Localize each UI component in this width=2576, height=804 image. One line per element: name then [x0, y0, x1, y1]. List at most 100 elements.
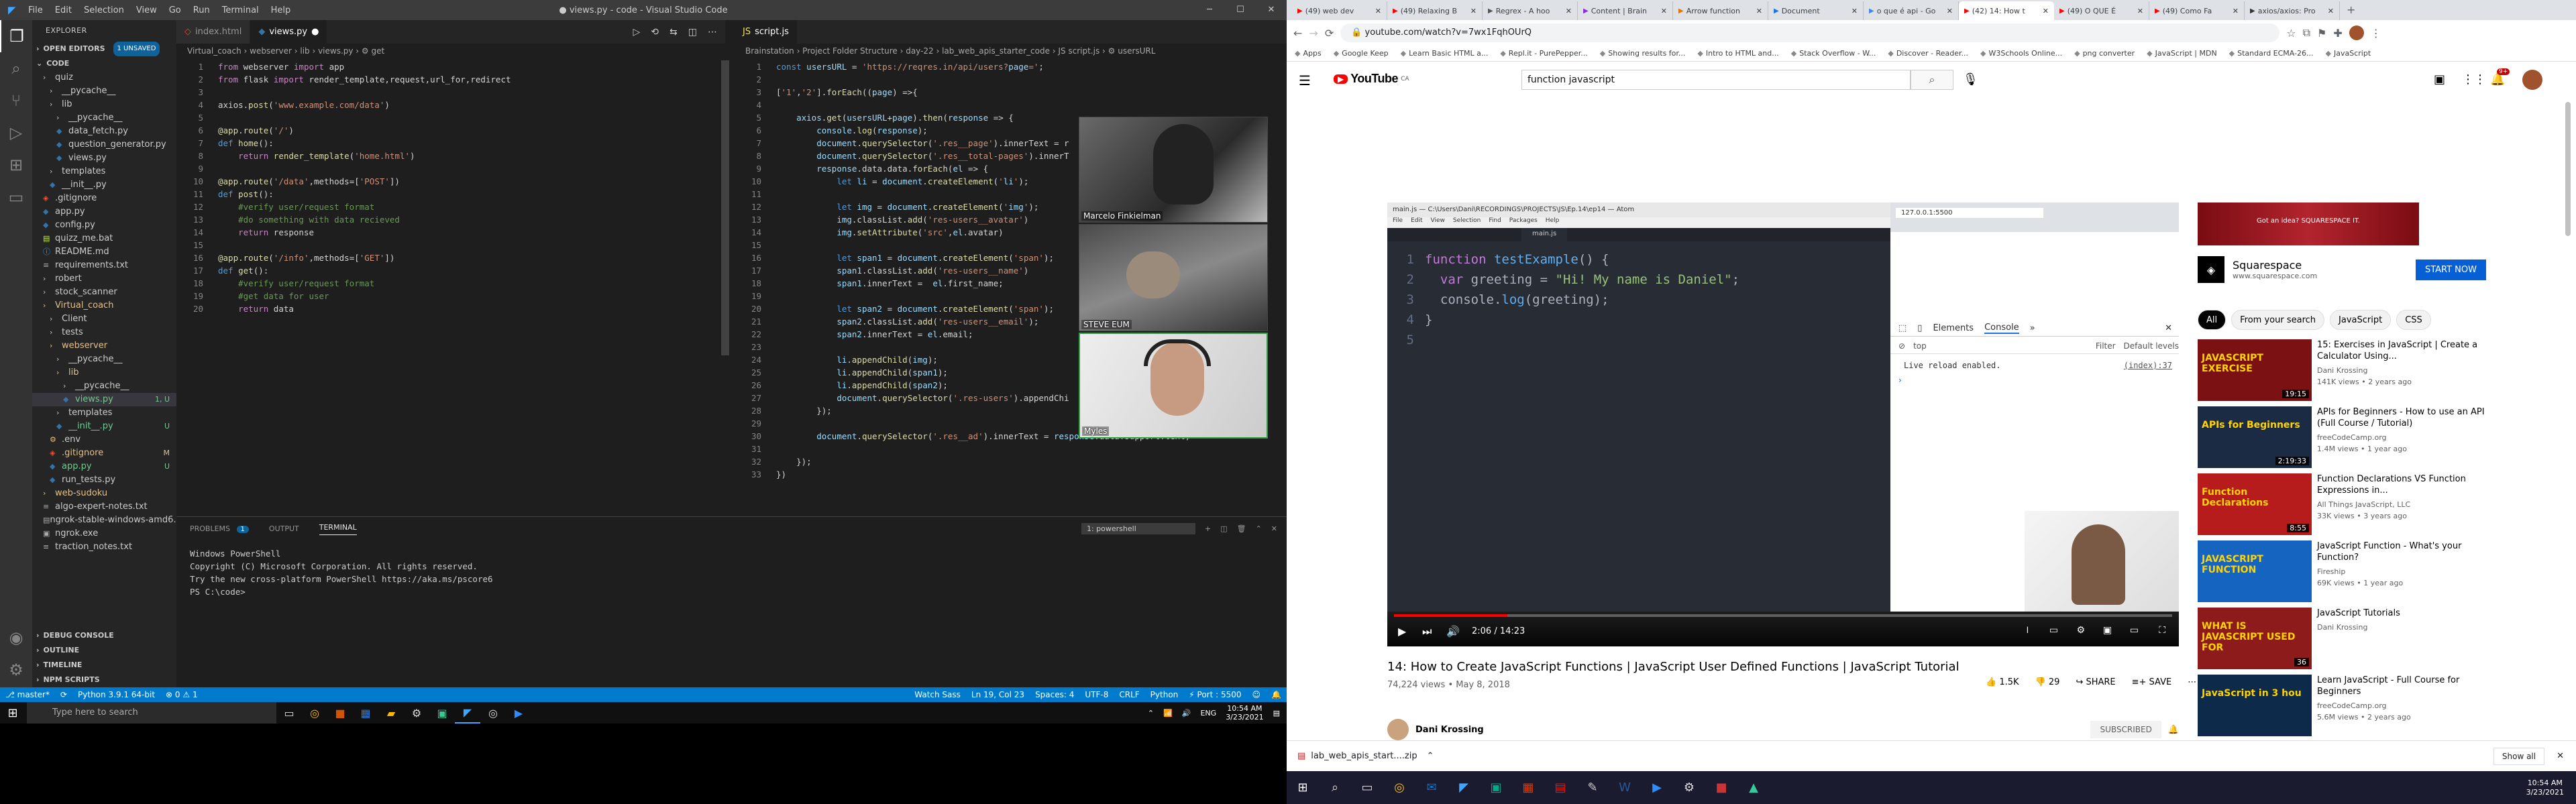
- status-item[interactable]: ⟳: [55, 690, 72, 699]
- tab-close-icon[interactable]: ✕: [1661, 7, 1667, 15]
- sidebar-section-npm-scripts[interactable]: › NPM SCRIPTS: [32, 673, 176, 687]
- profile-avatar[interactable]: [2349, 25, 2364, 40]
- star-icon[interactable]: ☆: [2286, 27, 2296, 40]
- left-editor-scrollbar[interactable]: [721, 60, 729, 355]
- tab-terminal[interactable]: TERMINAL: [319, 523, 357, 535]
- file-tree-item[interactable]: ≡ traction_notes.txt: [32, 540, 176, 554]
- address-bar[interactable]: 🔒 youtube.com/watch?v=7wx1FqhOUrQ: [1340, 23, 2280, 42]
- filter-chip[interactable]: CSS: [2396, 310, 2431, 330]
- terminal-select[interactable]: 1: powershell: [1081, 523, 1195, 534]
- video-thumbnail[interactable]: APIs for Beginners 2:19:33: [2198, 406, 2312, 468]
- unsaved-dot-icon[interactable]: ●: [311, 20, 319, 44]
- clock[interactable]: 10:54 AM 3/23/2021: [1226, 704, 1263, 722]
- video-thumbnail[interactable]: Function Declarations 8:55: [2198, 473, 2312, 535]
- tab-script-js[interactable]: JS script.js: [735, 20, 798, 44]
- app-icon[interactable]: ▣: [1480, 774, 1512, 801]
- menu-item-help[interactable]: Help: [271, 5, 291, 15]
- file-tree-item[interactable]: › templates: [32, 406, 176, 420]
- more-actions-icon[interactable]: ⋯: [708, 27, 717, 38]
- file-tree-item[interactable]: ▣ ngrok.exe: [32, 527, 176, 540]
- status-item[interactable]: Spaces: 4: [1030, 690, 1079, 699]
- extension-icon[interactable]: ⚑: [2317, 27, 2326, 40]
- settings-gear-icon[interactable]: ⚙: [0, 654, 32, 686]
- status-item[interactable]: UTF-8: [1079, 690, 1114, 699]
- file-tree-item[interactable]: ◈ .gitignore M: [32, 447, 176, 460]
- youtube-search-button[interactable]: ⌕: [1911, 70, 1953, 90]
- bookmark-item[interactable]: ◆ Learn Basic HTML a...: [1401, 49, 1489, 58]
- extension-icon[interactable]: ⧉: [2303, 26, 2310, 40]
- show-all-button[interactable]: Show all: [2493, 747, 2545, 765]
- file-tree-item[interactable]: ◈ .gitignore: [32, 192, 176, 205]
- chrome-icon[interactable]: ◎: [1383, 774, 1415, 801]
- bookmark-item[interactable]: ◆ W3Schools Online...: [1980, 49, 2062, 58]
- bookmark-item[interactable]: ◆ Intro to HTML and...: [1697, 49, 1778, 58]
- ad-cta-button[interactable]: START NOW: [2415, 259, 2486, 280]
- bookmark-item[interactable]: ◆ Stack Overflow - W...: [1791, 49, 1876, 58]
- file-tree-item[interactable]: ≡ requirements.txt: [32, 259, 176, 272]
- status-item[interactable]: CRLF: [1114, 690, 1144, 699]
- filter-chip[interactable]: From your search: [2231, 310, 2325, 330]
- status-item[interactable]: ⚡ Port : 5500: [1183, 690, 1246, 699]
- filter-chip[interactable]: JavaScript: [2330, 310, 2392, 330]
- notification-bell-icon[interactable]: 🔔: [2168, 725, 2179, 735]
- channel-name[interactable]: Dani Krossing: [1415, 725, 1484, 735]
- filter-chip[interactable]: All: [2198, 310, 2226, 330]
- browser-tab[interactable]: ▶ Regrex - A hoo ✕: [1483, 1, 1578, 20]
- status-item[interactable]: 🔔: [1266, 690, 1287, 699]
- run-debug-icon[interactable]: ▷: [0, 117, 32, 149]
- puzzle-icon[interactable]: ✚: [2333, 27, 2342, 40]
- file-tree-item[interactable]: › __pycache__: [32, 111, 176, 125]
- source-control-icon[interactable]: ⑂: [0, 84, 32, 117]
- file-tree-item[interactable]: ◆ views.py: [32, 152, 176, 165]
- file-tree-item[interactable]: › Virtual_coach: [32, 299, 176, 312]
- office-icon[interactable]: ▦: [1512, 774, 1544, 801]
- next-icon[interactable]: ⏭: [1422, 625, 1432, 638]
- account-icon[interactable]: ◉: [0, 622, 32, 654]
- sidebar-section-timeline[interactable]: › TIMELINE: [32, 658, 176, 673]
- pdf-icon[interactable]: ▤: [1544, 774, 1576, 801]
- tab-close-icon[interactable]: ✕: [2328, 7, 2334, 15]
- youtube-avatar[interactable]: [2522, 70, 2542, 90]
- file-tree-item[interactable]: ▤ ngrok-stable-windows-amd6...: [32, 514, 176, 527]
- bookmark-item[interactable]: ◆ Repl.it - PurePepper...: [1500, 49, 1587, 58]
- chrome-icon[interactable]: ◎: [302, 702, 327, 724]
- bookmark-item[interactable]: ◆ Google Keep: [1334, 49, 1389, 58]
- file-tree-item[interactable]: ◆ app.py U: [32, 460, 176, 473]
- recommendation-item[interactable]: Function Declarations 8:55 Function Declar…: [2198, 473, 2493, 535]
- history-icon[interactable]: ⟲: [651, 27, 659, 38]
- file-tree-item[interactable]: ▤ quizz_me.bat: [32, 232, 176, 245]
- language-indicator[interactable]: ENG: [1200, 709, 1216, 717]
- browser-tab[interactable]: ▶ Arrow function ✕: [1673, 1, 1768, 20]
- youtube-logo[interactable]: ▶ YouTube CA: [1334, 72, 1409, 86]
- video-thumbnail[interactable]: JAVASCRIPT FUNCTION: [2198, 540, 2312, 602]
- notifications-bell-icon[interactable]: 🔔 9+: [2490, 68, 2510, 87]
- close-icon[interactable]: ✕: [1256, 0, 1287, 20]
- page-scrollbar[interactable]: [2565, 102, 2571, 236]
- bookmark-item[interactable]: ◆ JavaScript: [2326, 49, 2371, 58]
- ad-banner[interactable]: Got an idea? SQUARESPACE IT.: [2198, 203, 2419, 245]
- task-view-icon[interactable]: ▭: [1351, 774, 1383, 801]
- vscode-taskbar-icon[interactable]: ◤: [455, 702, 480, 724]
- browser-tab[interactable]: ▶ (49) web dev ✕: [1292, 1, 1387, 20]
- browser-tab[interactable]: ▶ (49) O QUE É ✕: [2054, 1, 2149, 20]
- new-terminal-icon[interactable]: +: [1205, 524, 1211, 533]
- microphone-icon[interactable]: 🎙: [1963, 72, 1978, 87]
- volume-icon[interactable]: 🔊: [1182, 709, 1191, 717]
- file-tree-item[interactable]: ◆ question_generator.py: [32, 138, 176, 152]
- menu-item-edit[interactable]: Edit: [55, 5, 72, 15]
- recommendation-item[interactable]: APIs for Beginners 2:19:33 APIs for Beginn…: [2198, 406, 2493, 468]
- progress-track[interactable]: [1394, 614, 2172, 617]
- browser-tab[interactable]: ▶ axios/axios: Pro ✕: [2245, 1, 2340, 20]
- windows-start-icon[interactable]: ⊞: [1287, 774, 1319, 801]
- status-item[interactable]: ⊗ 0 ⚠ 1: [160, 690, 203, 699]
- maximize-panel-icon[interactable]: ⌃: [1256, 524, 1262, 533]
- remote-explorer-icon[interactable]: ▭: [0, 181, 32, 213]
- new-tab-icon[interactable]: +: [2340, 3, 2362, 20]
- more-icon[interactable]: ⋯: [2188, 677, 2196, 687]
- video-thumbnail[interactable]: WHAT IS JAVASCRIPT USED FOR 36: [2198, 608, 2312, 669]
- trash-icon[interactable]: 🗑: [1237, 524, 1246, 533]
- video-thumbnail[interactable]: JAVASCRIPT EXERCISE 19:15: [2198, 339, 2312, 401]
- terminal-output[interactable]: Windows PowerShell Copyright (C) Microsof…: [176, 540, 1287, 605]
- file-tree-item[interactable]: › lib: [32, 98, 176, 111]
- file-tree-item[interactable]: › quiz: [32, 71, 176, 84]
